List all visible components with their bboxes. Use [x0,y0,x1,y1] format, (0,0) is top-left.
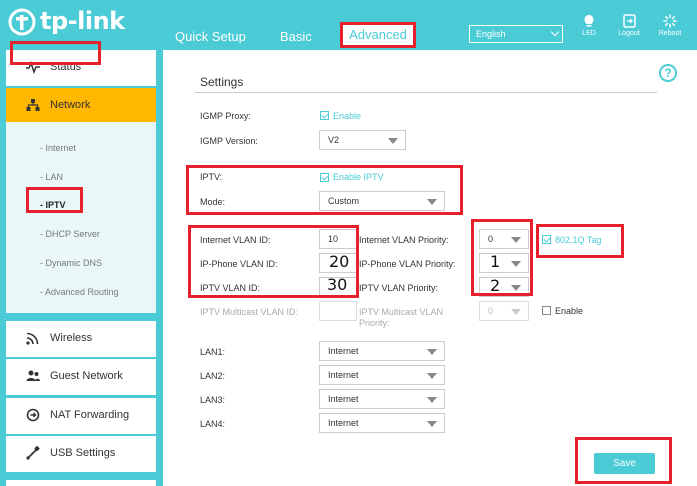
sidebar-subitem-advanced-routing[interactable]: - Advanced Routing [40,287,119,297]
igmp-proxy-label: IGMP Proxy: [200,111,251,121]
sidebar-item-guest-network[interactable]: Guest Network [6,359,156,395]
sidebar-item-network[interactable]: Network [6,88,156,122]
wireless-icon [26,332,39,345]
sidebar-item-label: Wireless [50,332,93,344]
multicast-priority-select[interactable]: 0 [479,301,529,321]
logout-label: Logout [618,30,640,37]
bulb-icon [584,15,594,27]
lan3-value: Internet [328,394,359,404]
lan4-value: Internet [328,418,359,428]
sidebar-item-wireless[interactable]: Wireless [6,321,156,357]
lan3-select[interactable]: Internet [319,389,445,409]
annotation-save-box [575,437,672,484]
annotation-iptv-box [26,187,83,213]
sidebar-item-label: NAT Forwarding [50,409,130,421]
sidebar-subitem-ddns[interactable]: - Dynamic DNS [40,258,102,268]
sidebar-item-usb-settings[interactable]: USB Settings [6,436,156,472]
sidebar-item-nat-forwarding[interactable]: NAT Forwarding [6,398,156,434]
reboot-icon [663,14,677,28]
multicast-enable-label: Enable [555,306,584,316]
chevron-down-icon [550,27,560,37]
multicast-vlan-input[interactable] [319,301,357,321]
annotation-vlan-id-box [188,225,359,298]
internet-priority-label: Internet VLAN Priority: [359,235,449,245]
divider [195,92,657,93]
tp-link-logo-icon [8,8,36,36]
network-icon [26,99,40,111]
help-icon[interactable]: ? [659,64,677,82]
annotation-8021q-box [536,224,624,258]
sidebar-subitem-lan[interactable]: - LAN [40,172,63,182]
sidebar-item-label: Network [50,99,91,111]
igmp-proxy-checkbox[interactable] [320,111,329,120]
nav-quick-setup[interactable]: Quick Setup [175,29,246,44]
annotation-priority-box [471,219,533,296]
annotation-iptv-mode-box [186,165,463,215]
dropdown-arrow-icon [427,397,437,403]
dropdown-arrow-icon [388,138,398,144]
logout-button[interactable]: Logout [609,14,649,37]
nat-icon [26,408,40,422]
ipphone-priority-label: IP-Phone VLAN Priority: [359,259,456,269]
language-value: English [476,29,506,39]
sidebar: Status Network - Internet - LAN - IPTV -… [6,50,156,486]
igmp-version-select[interactable]: V2 [319,130,406,150]
led-button[interactable]: LED [569,14,609,37]
lan2-select[interactable]: Internet [319,365,445,385]
led-label: LED [582,30,596,37]
lan4-select[interactable]: Internet [319,413,445,433]
dropdown-arrow-icon [427,349,437,355]
lan2-value: Internet [328,370,359,380]
settings-title: Settings [200,75,244,89]
network-submenu: - Internet - LAN - IPTV - DHCP Server - … [6,122,156,313]
sidebar-item-label: Guest Network [50,370,123,382]
reboot-label: Reboot [658,30,682,37]
dropdown-arrow-icon [511,309,521,315]
lan1-value: Internet [328,346,359,356]
lan3-label: LAN3: [200,395,226,405]
lan4-label: LAN4: [200,419,226,429]
sidebar-item-more[interactable] [6,480,156,486]
dropdown-arrow-icon [427,373,437,379]
multicast-priority-label: IPTV Multicast VLAN Priority: [359,307,444,328]
reboot-button[interactable]: Reboot [650,14,690,37]
nav-advanced[interactable]: Advanced [340,22,416,48]
igmp-version-value: V2 [328,135,340,145]
sidebar-subitem-dhcp[interactable]: - DHCP Server [40,229,100,239]
guest-users-icon [26,370,40,381]
igmp-proxy-enable-label: Enable [333,111,362,121]
lan1-select[interactable]: Internet [319,341,445,361]
lan1-label: LAN1: [200,347,226,357]
sidebar-item-label: USB Settings [50,447,116,459]
usb-icon [26,446,40,460]
multicast-vlan-label: IPTV Multicast VLAN ID: [200,307,299,317]
annotation-network-box [10,41,101,65]
iptv-priority-label: IPTV VLAN Priority: [359,283,439,293]
nav-basic[interactable]: Basic [280,29,312,44]
multicast-priority-value: 0 [488,306,494,316]
multicast-enable-checkbox[interactable] [542,306,551,315]
brand-logo: tp-link [40,7,125,35]
igmp-version-label: IGMP Version: [200,136,258,146]
logout-icon [622,14,636,28]
dropdown-arrow-icon [427,421,437,427]
lan2-label: LAN2: [200,371,226,381]
sidebar-subitem-internet[interactable]: - Internet [40,143,76,153]
language-select[interactable]: English [469,25,563,43]
